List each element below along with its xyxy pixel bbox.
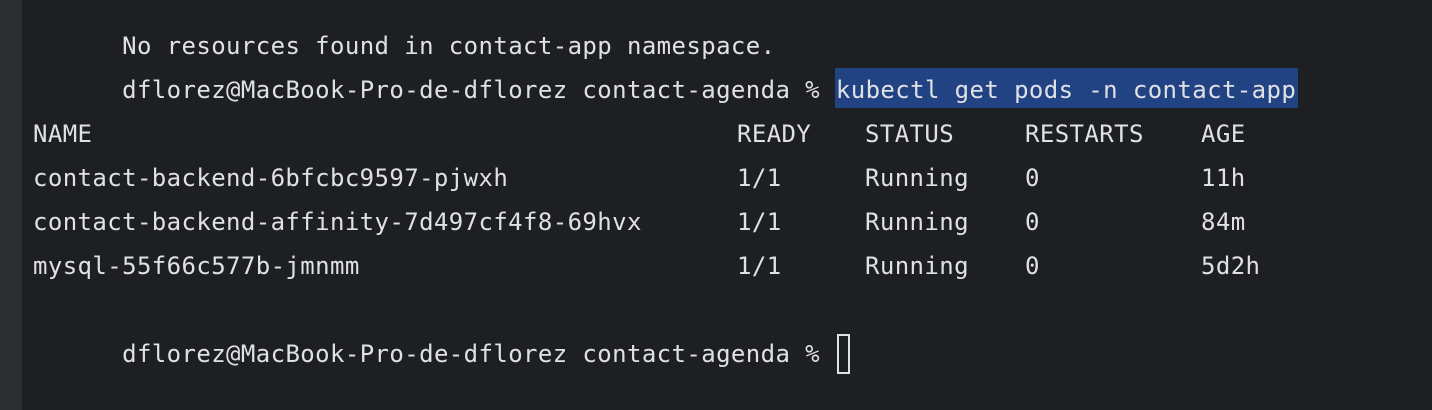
- pod-name: contact-backend-affinity-7d497cf4f8-69hv…: [33, 208, 642, 236]
- header-ready: READY: [737, 120, 812, 148]
- shell-prompt: dflorez@MacBook-Pro-de-dflorez contact-a…: [122, 340, 835, 368]
- pod-status: Running: [865, 252, 969, 280]
- pod-ready: 1/1: [737, 164, 782, 192]
- left-gutter: [0, 0, 22, 410]
- shell-prompt: dflorez@MacBook-Pro-de-dflorez contact-a…: [122, 76, 835, 104]
- pod-name: contact-backend-6bfcbc9597-pjwxh: [33, 164, 509, 192]
- pod-age: 11h: [1201, 164, 1246, 192]
- table-header: NAME READY STATUS RESTARTS AGE: [33, 112, 1245, 156]
- pod-age: 5d2h: [1201, 252, 1261, 280]
- table-row: contact-backend-affinity-7d497cf4f8-69hv…: [33, 200, 1245, 244]
- selected-command[interactable]: kubectl get pods -n contact-app: [834, 68, 1299, 108]
- pod-status: Running: [865, 164, 969, 192]
- text-cursor: [836, 334, 850, 374]
- pod-restarts: 0: [1025, 164, 1040, 192]
- pod-age: 84m: [1201, 208, 1246, 236]
- previous-output-line: No resources found in contact-app namesp…: [33, 0, 775, 60]
- table-row: contact-backend-6bfcbc9597-pjwxh 1/1 Run…: [33, 156, 1245, 200]
- pod-restarts: 0: [1025, 208, 1040, 236]
- header-status: STATUS: [865, 120, 955, 148]
- table-row: mysql-55f66c577b-jmnmm 1/1 Running 0 5d2…: [33, 244, 1260, 288]
- pod-ready: 1/1: [737, 252, 782, 280]
- header-name: NAME: [33, 120, 93, 148]
- terminal-window[interactable]: No resources found in contact-app namesp…: [0, 0, 1432, 410]
- pod-restarts: 0: [1025, 252, 1040, 280]
- pod-status: Running: [865, 208, 969, 236]
- terminal-output[interactable]: No resources found in contact-app namesp…: [33, 0, 1432, 410]
- pod-ready: 1/1: [737, 208, 782, 236]
- command-line: dflorez@MacBook-Pro-de-dflorez contact-a…: [33, 24, 1299, 108]
- pod-name: mysql-55f66c577b-jmnmm: [33, 252, 360, 280]
- active-prompt-line[interactable]: dflorez@MacBook-Pro-de-dflorez contact-a…: [33, 288, 850, 374]
- header-age: AGE: [1201, 120, 1246, 148]
- header-restarts: RESTARTS: [1025, 120, 1144, 148]
